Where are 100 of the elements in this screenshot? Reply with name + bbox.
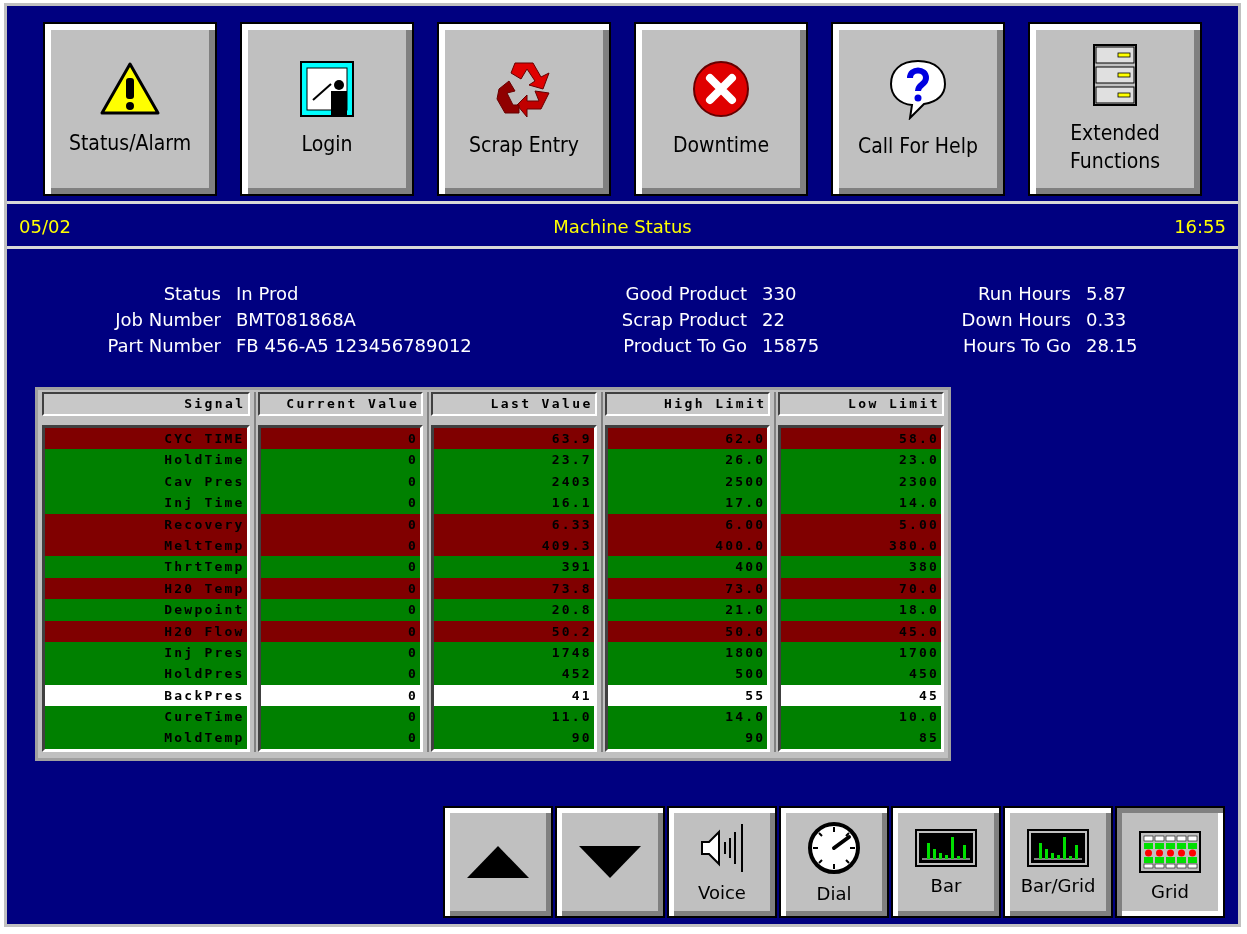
- grid-view-button[interactable]: Grid: [1115, 806, 1225, 918]
- table-cell: 0: [260, 620, 421, 642]
- table-cell: ThrtTemp: [45, 556, 247, 578]
- help-icon: [888, 57, 948, 120]
- field-label: Good Product: [624, 283, 747, 304]
- table-cell: Inj Time: [45, 492, 247, 514]
- table-cell: 14.0: [607, 706, 768, 728]
- table-cell: 41: [434, 684, 594, 707]
- bar-view-button[interactable]: Bar: [891, 806, 1001, 918]
- dial-icon: [807, 820, 861, 875]
- table-cell: 62.0: [607, 428, 768, 450]
- table-cell: 73.0: [607, 577, 768, 600]
- table-cell: 0: [260, 556, 421, 578]
- table-cell: 0: [260, 428, 421, 450]
- table-cell: Inj Pres: [45, 641, 247, 664]
- table-cell: 0: [260, 492, 421, 514]
- table-cell: 85: [781, 727, 941, 749]
- bargrid-view-button[interactable]: Bar/Grid: [1003, 806, 1113, 918]
- table-cell: 50.2: [434, 620, 594, 642]
- column-header: Low Limit: [778, 392, 944, 416]
- column-header: Signal: [42, 392, 250, 416]
- table-cell: 0: [260, 663, 421, 685]
- table-cell: 400: [607, 556, 768, 578]
- field-value: BMT081868A: [236, 309, 357, 330]
- field-value: In Prod: [236, 283, 300, 304]
- table-cell: 6.00: [607, 513, 768, 535]
- table-cell: 63.9: [434, 428, 594, 450]
- table-cell: 58.0: [781, 428, 941, 450]
- speaker-icon: [699, 821, 745, 874]
- up-arrow-icon: [466, 845, 530, 879]
- table-cell: 0: [260, 684, 421, 707]
- field-label: Down Hours: [960, 309, 1071, 330]
- table-cell: 2300: [781, 470, 941, 493]
- field-value: 5.87: [1086, 283, 1128, 304]
- column-header: High Limit: [604, 392, 771, 416]
- table-cell: Cav Pres: [45, 470, 247, 493]
- table-cell: 1748: [434, 641, 594, 664]
- bar-chart-icon: [1027, 828, 1089, 867]
- bar-chart-icon: [915, 828, 977, 867]
- down-view-button[interactable]: [555, 806, 665, 918]
- table-cell: 17.0: [607, 492, 768, 514]
- time-text: 16:55: [1174, 215, 1226, 237]
- table-cell: 45.0: [781, 620, 941, 642]
- table-cell: 0: [260, 577, 421, 600]
- toolbar-button[interactable]: Extended Functions: [1028, 22, 1202, 196]
- table-cell: 0: [260, 513, 421, 535]
- table-cell: 0: [260, 449, 421, 471]
- field-label: Part Number: [106, 335, 221, 356]
- table-cell: 16.1: [434, 492, 594, 514]
- field-value: 28.15: [1086, 335, 1138, 356]
- date-text: 05/02: [19, 215, 71, 237]
- field-value: 15875: [762, 335, 820, 356]
- table-cell: 0: [260, 706, 421, 728]
- dial-view-button[interactable]: Dial: [779, 806, 889, 918]
- field-value: FB 456-A5 123456789012: [236, 335, 472, 356]
- up-view-button[interactable]: [443, 806, 553, 918]
- table-cell: 500: [607, 663, 768, 685]
- table-cell: 391: [434, 556, 594, 578]
- toolbar-button[interactable]: Login: [240, 22, 414, 196]
- table-cell: 2403: [434, 470, 594, 493]
- field-value: 330: [762, 283, 798, 304]
- table-cell: H20 Temp: [45, 577, 247, 600]
- table-cell: 1700: [781, 641, 941, 664]
- toolbar-button[interactable]: Call For Help: [831, 22, 1005, 196]
- table-cell: 90: [607, 727, 768, 749]
- cabinet-icon: [1092, 42, 1138, 107]
- table-cell: 0: [260, 534, 421, 557]
- table-cell: 409.3: [434, 534, 594, 557]
- table-cell: Recovery: [45, 513, 247, 535]
- grid-icon: [1139, 830, 1201, 873]
- table-cell: 10.0: [781, 706, 941, 728]
- presenter-icon: [299, 59, 355, 118]
- field-value: 22: [762, 309, 786, 330]
- column-header: Last Value: [431, 392, 597, 416]
- table-cell: CYC TIME: [45, 428, 247, 450]
- table-cell: 5.00: [781, 513, 941, 535]
- field-label: Status: [162, 283, 221, 304]
- table-cell: 11.0: [434, 706, 594, 728]
- table-cell: 73.8: [434, 577, 594, 600]
- table-cell: 45: [781, 684, 941, 707]
- column-header: Current Value: [257, 392, 424, 416]
- field-label: Product To Go: [622, 335, 747, 356]
- table-cell: HoldTime: [45, 449, 247, 471]
- screen-title: Machine Status: [553, 215, 692, 237]
- table-cell: 20.8: [434, 599, 594, 621]
- table-cell: 14.0: [781, 492, 941, 514]
- field-value: 0.33: [1086, 309, 1128, 330]
- voice-view-button[interactable]: Voice: [667, 806, 777, 918]
- table-cell: 70.0: [781, 577, 941, 600]
- table-cell: 400.0: [607, 534, 768, 557]
- table-cell: 90: [434, 727, 594, 749]
- field-label: Job Number: [113, 309, 221, 330]
- table-cell: 380: [781, 556, 941, 578]
- table-cell: BackPres: [45, 684, 247, 707]
- toolbar-button[interactable]: Status/Alarm: [43, 22, 217, 196]
- table-cell: 55: [607, 684, 768, 707]
- table-cell: 23.0: [781, 449, 941, 471]
- toolbar-button[interactable]: Downtime: [634, 22, 808, 196]
- toolbar-button[interactable]: Scrap Entry: [437, 22, 611, 196]
- table-cell: 6.33: [434, 513, 594, 535]
